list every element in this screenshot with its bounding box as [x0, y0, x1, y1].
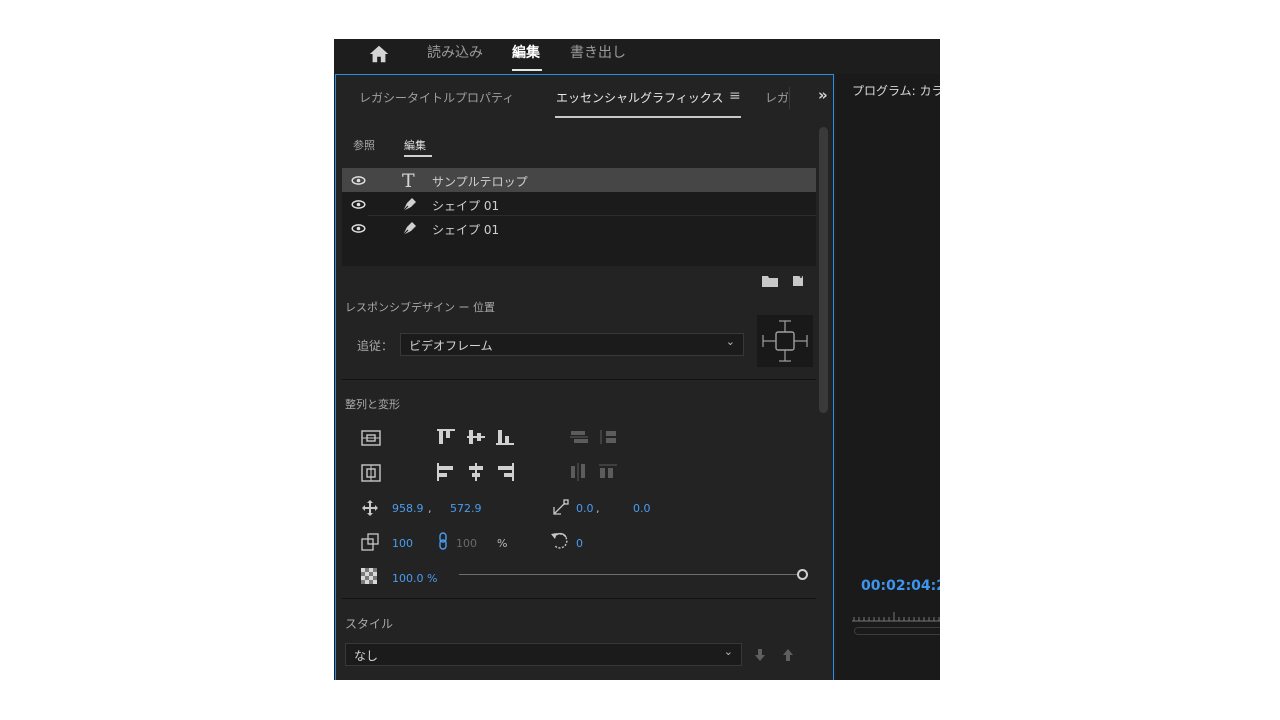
position-y-value[interactable]: 572.9 [450, 502, 482, 515]
section-divider [342, 598, 816, 599]
responsive-design-label: レスポンシブデザイン ー 位置 [345, 301, 495, 314]
distribute-vertical-spacing-icon [600, 430, 616, 444]
playhead-timecode[interactable]: 00:02:04:2 [861, 578, 940, 594]
style-value: なし [354, 649, 379, 663]
workspace-tab-export[interactable]: 書き出し [570, 42, 626, 62]
pen-tool-icon [402, 222, 416, 236]
pin-to-position-widget[interactable] [757, 315, 813, 367]
subtab-active-underline [404, 155, 432, 157]
timeline-ruler[interactable] [852, 610, 940, 622]
new-group-folder-icon[interactable] [762, 275, 778, 287]
layer-row-shape[interactable]: シェイプ 01 [342, 192, 816, 216]
link-icon[interactable] [438, 532, 448, 550]
percent-sign: % [497, 537, 508, 550]
eye-icon[interactable] [351, 200, 366, 209]
tab-legacy-title-properties[interactable]: レガシータイトルプロパティ [359, 89, 514, 106]
chevron-down-icon: ⌄ [725, 335, 735, 348]
tab-legacy-truncated[interactable]: レガ [765, 89, 789, 106]
distribute-vertical-icon [570, 431, 588, 443]
layer-list: T サンプルテロップ シェイプ 01 シェイプ 01 [342, 168, 816, 266]
home-icon[interactable] [368, 43, 390, 65]
anchor-point-icon [553, 499, 569, 515]
text-layer-icon: T [402, 170, 415, 192]
align-to-selection-icon[interactable] [361, 464, 381, 482]
workspace-tab-edit[interactable]: 編集 [512, 42, 540, 62]
hamburger-icon[interactable]: ≡ [729, 88, 741, 104]
eye-icon[interactable] [351, 224, 366, 233]
push-style-down-icon [755, 649, 765, 661]
distribute-horizontal-spacing-icon [599, 464, 617, 478]
workspace-active-underline [512, 69, 542, 71]
style-label: スタイル [345, 617, 394, 631]
layer-name: シェイプ 01 [432, 199, 500, 213]
workspace-tab-import[interactable]: 読み込み [427, 42, 483, 62]
follow-value: ビデオフレーム [409, 339, 493, 353]
rotation-icon [551, 532, 568, 549]
layer-name: サンプルテロップ [432, 175, 528, 189]
follow-dropdown[interactable]: ビデオフレーム ⌄ [400, 333, 744, 356]
workspace-bar: 読み込み 編集 書き出し [334, 39, 940, 74]
opacity-slider-track[interactable] [459, 574, 798, 575]
subtab-browse[interactable]: 参照 [353, 137, 375, 153]
eye-icon[interactable] [351, 176, 366, 185]
panel-active-tab-underline [555, 116, 741, 118]
position-x-value[interactable]: 958.9 [392, 502, 424, 515]
anchor-x-value[interactable]: 0.0 [576, 502, 594, 515]
opacity-value[interactable]: 100.0 % [392, 572, 437, 585]
position-move-icon [362, 500, 378, 516]
opacity-checker-icon [361, 568, 377, 584]
scale-height-value: 100 [456, 537, 477, 550]
rotation-value[interactable]: 0 [576, 537, 583, 550]
align-horizontal-center-icon[interactable] [466, 462, 486, 482]
panel-scrollbar[interactable] [819, 127, 828, 413]
align-right-icon[interactable] [495, 462, 515, 482]
layer-row-text[interactable]: T サンプルテロップ [342, 168, 816, 192]
opacity-slider-handle[interactable] [797, 569, 808, 580]
subtab-edit[interactable]: 編集 [404, 137, 426, 153]
push-style-up-icon [783, 649, 793, 661]
premiere-window: 読み込み 編集 書き出し レガシータイトルプロパティ エッセンシャルグラフィック… [334, 39, 940, 680]
comma: , [428, 502, 432, 515]
align-bottom-icon[interactable] [495, 428, 515, 446]
section-divider [342, 379, 816, 380]
align-transform-label: 整列と変形 [345, 398, 400, 411]
style-dropdown[interactable]: なし ⌄ [345, 643, 742, 666]
distribute-horizontal-icon [571, 463, 585, 481]
follow-label: 追従： [357, 339, 394, 353]
scale-value[interactable]: 100 [392, 537, 413, 550]
align-to-video-frame-icon[interactable] [361, 430, 381, 446]
tab-separator [789, 87, 790, 109]
essential-graphics-panel: レガシータイトルプロパティ エッセンシャルグラフィックス ≡ レガ » 参照 編… [335, 74, 834, 680]
anchor-y-value[interactable]: 0.0 [633, 502, 651, 515]
program-monitor-panel: プログラム: カラ 00:02:04:2 [836, 74, 940, 680]
comma: , [596, 502, 600, 515]
tab-essential-graphics[interactable]: エッセンシャルグラフィックス [556, 89, 723, 106]
layer-name: シェイプ 01 [432, 223, 500, 237]
zoom-scroll-handle[interactable] [854, 627, 940, 635]
layer-row-shape[interactable]: シェイプ 01 [342, 216, 816, 240]
align-vertical-center-icon[interactable] [466, 428, 486, 446]
new-layer-icon[interactable] [792, 273, 806, 287]
scale-icon [361, 533, 379, 551]
double-chevron-right-icon[interactable]: » [818, 86, 828, 104]
pen-tool-icon [402, 198, 416, 212]
align-top-icon[interactable] [436, 428, 456, 446]
chevron-down-icon: ⌄ [723, 645, 733, 658]
program-monitor-title[interactable]: プログラム: カラ [852, 82, 940, 99]
align-left-icon[interactable] [436, 462, 456, 482]
